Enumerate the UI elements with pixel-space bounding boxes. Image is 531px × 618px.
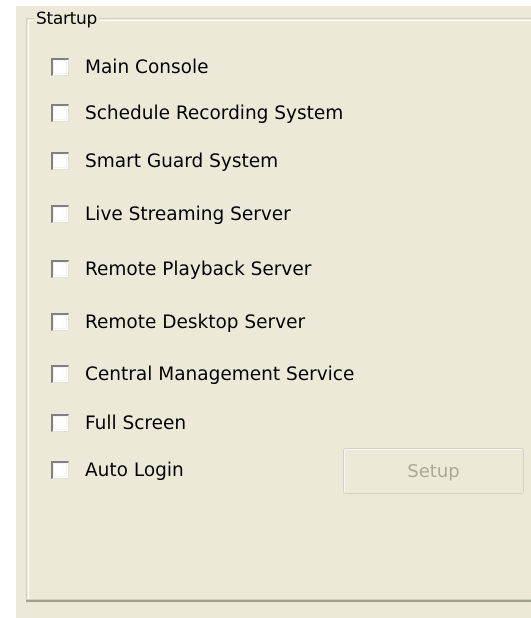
smart-guard-system-label: Smart Guard System: [85, 150, 279, 172]
remote-desktop-server-label: Remote Desktop Server: [85, 311, 306, 333]
schedule-recording-system-checkbox[interactable]: [51, 104, 69, 122]
remote-playback-server-option[interactable]: Remote Playback Server: [51, 258, 311, 280]
panel-bottom-divider: [26, 600, 531, 602]
main-console-checkbox[interactable]: [51, 58, 69, 76]
central-management-service-option[interactable]: Central Management Service: [51, 363, 354, 385]
startup-settings-panel: Startup Main Console Schedule Recording …: [0, 0, 531, 618]
main-console-label: Main Console: [85, 56, 209, 78]
setup-button[interactable]: Setup: [343, 448, 524, 494]
remote-playback-server-checkbox[interactable]: [51, 260, 69, 278]
live-streaming-server-option[interactable]: Live Streaming Server: [51, 203, 291, 225]
live-streaming-server-checkbox[interactable]: [51, 205, 69, 223]
auto-login-option[interactable]: Auto Login: [51, 459, 184, 481]
full-screen-option[interactable]: Full Screen: [51, 412, 186, 434]
auto-login-label: Auto Login: [85, 459, 184, 481]
auto-login-checkbox[interactable]: [51, 461, 69, 479]
smart-guard-system-checkbox[interactable]: [51, 152, 69, 170]
full-screen-label: Full Screen: [85, 412, 187, 434]
main-console-option[interactable]: Main Console: [51, 56, 208, 78]
top-margin: [0, 0, 531, 6]
remote-desktop-server-option[interactable]: Remote Desktop Server: [51, 311, 305, 333]
startup-groupbox-title: Startup: [34, 9, 100, 29]
left-margin: [0, 0, 16, 618]
central-management-service-checkbox[interactable]: [51, 365, 69, 383]
full-screen-checkbox[interactable]: [51, 414, 69, 432]
remote-playback-server-label: Remote Playback Server: [85, 258, 312, 280]
remote-desktop-server-checkbox[interactable]: [51, 313, 69, 331]
schedule-recording-system-option[interactable]: Schedule Recording System: [51, 102, 343, 124]
central-management-service-label: Central Management Service: [85, 363, 355, 385]
smart-guard-system-option[interactable]: Smart Guard System: [51, 150, 278, 172]
schedule-recording-system-label: Schedule Recording System: [85, 102, 344, 124]
live-streaming-server-label: Live Streaming Server: [85, 203, 291, 225]
